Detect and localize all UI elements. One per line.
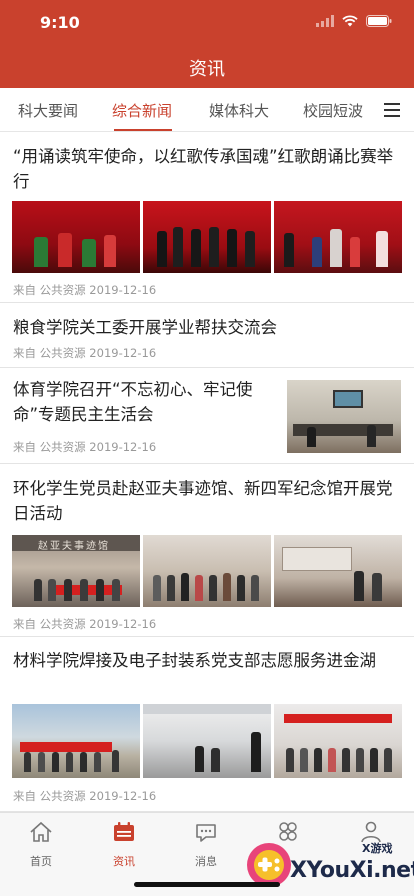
news-item[interactable]: 体育学院召开“不忘初心、牢记使命”专题民主生活会 来自 公共资源 2019-12… <box>0 369 414 464</box>
news-item[interactable]: 材料学院焊接及电子封装系党支部志愿服务进金湖 来自 公共资源 2019-12-1… <box>0 638 414 812</box>
tab-general-news[interactable]: 综合新闻 <box>112 100 172 121</box>
news-image <box>274 201 402 273</box>
news-meta: 来自 公共资源 2019-12-16 <box>13 617 157 631</box>
news-feed[interactable]: “用诵读筑牢使命，以红歌传承国魂”红歌朗诵比赛举行 来自 公共资源 2019-1… <box>0 132 414 812</box>
news-item[interactable]: 环化学生党员赴赵亚夫事迹馆、新四军纪念馆开展党日活动 赵亚夫事迹馆 来自 公共资… <box>0 465 414 637</box>
news-icon <box>114 822 134 841</box>
news-item[interactable]: “用诵读筑牢使命，以红歌传承国魂”红歌朗诵比赛举行 来自 公共资源 2019-1… <box>0 132 414 303</box>
watermark-brand: XYouXi.net <box>290 858 414 883</box>
news-item[interactable]: 粮食学院关工委开展学业帮扶交流会 来自 公共资源 2019-12-16 <box>0 304 414 368</box>
status-time: 9:10 <box>40 13 80 32</box>
news-image <box>143 201 271 273</box>
watermark-small: X游戏 <box>362 842 393 855</box>
tabbar-home[interactable]: 首页 <box>11 821 71 869</box>
home-icon <box>30 821 52 842</box>
news-meta: 来自 公共资源 2019-12-16 <box>13 440 157 454</box>
news-title: 粮食学院关工委开展学业帮扶交流会 <box>13 318 277 337</box>
tabbar-news-label: 资讯 <box>113 855 135 868</box>
message-icon <box>196 824 216 842</box>
tab-media[interactable]: 媒体科大 <box>209 100 269 121</box>
news-image: 赵亚夫事迹馆 <box>12 535 140 607</box>
news-image <box>287 380 401 453</box>
active-tab-indicator <box>114 129 172 131</box>
news-title: 体育学院召开“不忘初心、牢记使命”专题民主生活会 <box>13 380 253 424</box>
page-title: 资讯 <box>189 59 225 80</box>
signal-icon <box>316 15 334 27</box>
tab-campus-brief[interactable]: 校园短波 <box>303 100 363 121</box>
news-image <box>143 535 271 607</box>
tabbar-messages[interactable]: 消息 <box>176 821 236 869</box>
news-title: 环化学生党员赴赵亚夫事迹馆、新四军纪念馆开展党日活动 <box>13 479 393 523</box>
app-header: 9:10 资讯 <box>0 0 414 88</box>
tabbar-news[interactable]: 资讯 <box>94 821 154 869</box>
news-image <box>12 704 140 778</box>
tabbar-home-label: 首页 <box>30 855 52 868</box>
news-image <box>274 535 402 607</box>
home-indicator <box>134 882 280 887</box>
news-meta: 来自 公共资源 2019-12-16 <box>13 789 157 803</box>
news-image <box>274 704 402 778</box>
news-image <box>143 704 271 778</box>
news-meta: 来自 公共资源 2019-12-16 <box>13 283 157 297</box>
tabbar-messages-label: 消息 <box>195 855 217 868</box>
news-image <box>12 201 140 273</box>
menu-icon[interactable] <box>384 103 400 117</box>
wifi-icon <box>342 15 358 27</box>
category-tabs: 科大要闻 综合新闻 媒体科大 校园短波 <box>0 88 414 132</box>
news-meta: 来自 公共资源 2019-12-16 <box>13 346 157 360</box>
news-title: “用诵读筑牢使命，以红歌传承国魂”红歌朗诵比赛举行 <box>13 147 394 191</box>
exhibit-sign: 赵亚夫事迹馆 <box>38 541 110 552</box>
status-icons <box>316 15 392 27</box>
news-title: 材料学院焊接及电子封装系党支部志愿服务进金湖 <box>13 651 376 670</box>
battery-icon <box>366 15 392 27</box>
tab-keda-news[interactable]: 科大要闻 <box>18 100 78 121</box>
